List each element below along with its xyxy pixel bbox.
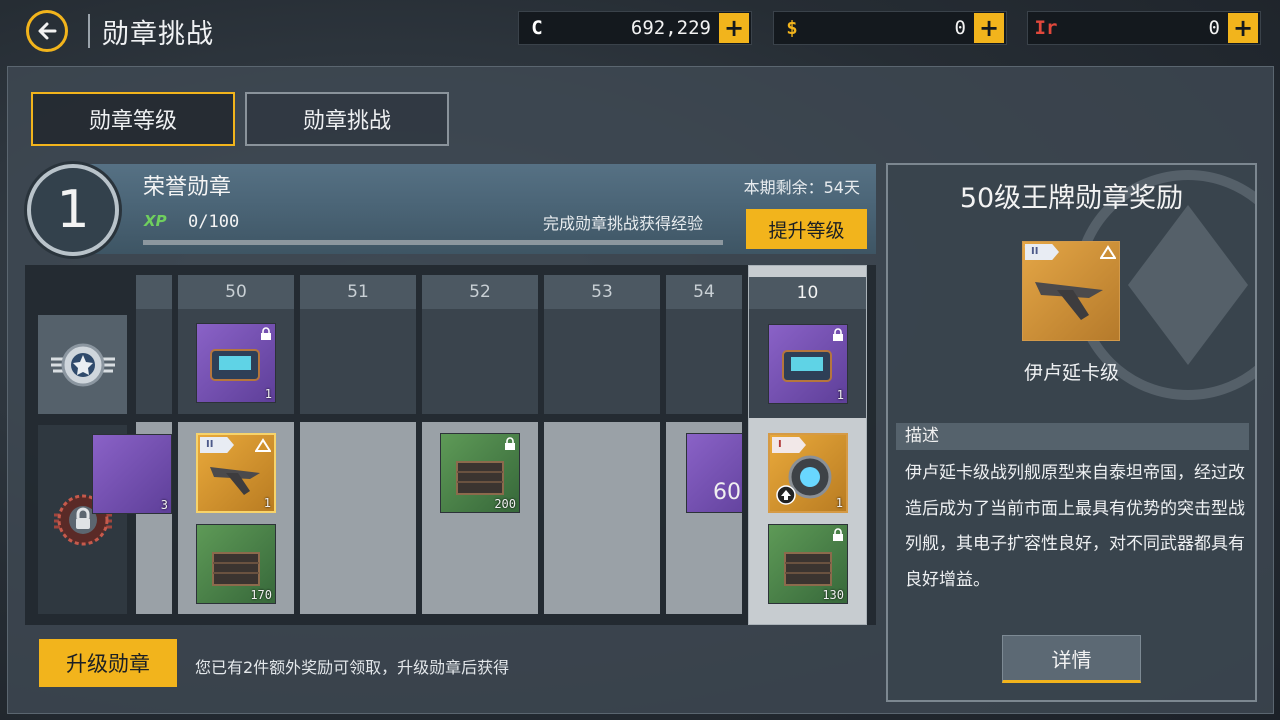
back-button[interactable] [26,10,68,52]
column-header-partial [136,275,172,309]
column-header-54: 54 [666,275,742,309]
item-quantity: 1 [836,388,844,402]
add-gold-button[interactable]: + [974,13,1004,43]
level-badge: 1 [27,164,119,256]
reward-item-crate[interactable]: 170 [196,524,276,604]
crate-icon [212,552,260,586]
description-text: 伊卢延卡级战列舰原型来自泰坦帝国，经过改造后成为了当前市面上最具有优势的突击型战… [905,463,1245,590]
ship-icon [1035,282,1103,320]
currency-iridium: Ir 0 + [1027,11,1261,45]
free-cell-partial [136,309,172,414]
column-header-53: 53 [544,275,660,309]
current-level-header: 10 [749,277,866,309]
level-up-button[interactable]: 提升等级 [746,209,867,249]
column-header-52: 52 [422,275,538,309]
item-amount: 60 [713,480,741,505]
details-button[interactable]: 详情 [1002,635,1141,683]
iridium-value: 0 [1208,17,1220,39]
description-header: 描述 [896,423,1249,450]
reward-item[interactable]: 3 [92,434,172,514]
column-header-51: 51 [300,275,416,309]
premium-cell-52: 200 [422,422,538,614]
detail-title: 50级王牌勋章奖励 [959,183,1184,214]
reward-item-partial[interactable]: 60 [686,433,742,513]
device-icon [782,350,832,382]
page-title: 勋章挑战 [102,19,214,50]
season-remaining: 本期剩余：54天 [743,178,860,197]
tab-medal-level[interactable]: 勋章等级 [31,92,235,146]
xp-hint: 完成勋章挑战获得经验 [543,214,704,233]
add-credits-button[interactable]: + [719,13,749,43]
reward-item-crate[interactable]: 130 [768,524,848,604]
item-quantity: 1 [264,387,272,401]
premium-cell-51 [300,422,416,614]
detail-item-name: 伊卢延卡级 [1023,362,1119,384]
premium-cell-partial: 3 [92,422,172,614]
bonus-reward-text: 您已有2件额外奖励可领取，升级勋章后获得 [195,658,510,677]
currency-gold: $ 0 + [773,11,1007,45]
premium-cell-53 [544,422,660,614]
reward-item-reactor[interactable]: I 1 [768,433,848,513]
upgrade-circle-icon [776,485,796,505]
gold-coin-icon: $ [786,17,798,39]
column-header-50: 50 [178,275,294,309]
title-divider [88,14,90,48]
free-track-icon [38,315,127,414]
item-quantity: 200 [494,497,516,511]
crate-icon [456,461,504,495]
arrow-left-icon [38,22,57,40]
crate-icon [784,552,832,586]
tier-badge: II [1025,244,1059,260]
reward-item-device[interactable]: 1 [768,324,848,404]
ship-icon [210,467,260,495]
medal-name: 荣誉勋章 [143,175,232,200]
reward-item-crate[interactable]: 200 [440,433,520,513]
free-cell-52 [422,309,538,414]
item-quantity: 3 [160,498,168,512]
xp-progress-bar [143,240,723,245]
free-cell-50: 1 [178,309,294,414]
upgrade-medal-button[interactable]: 升级勋章 [39,639,177,687]
free-cell-54 [666,309,742,414]
gold-value: 0 [954,17,966,39]
credit-icon: C [531,17,543,39]
free-cell-51 [300,309,416,414]
item-quantity: 1 [835,496,843,510]
item-quantity: 1 [263,496,271,510]
device-icon [210,349,260,381]
reward-item-battleship[interactable]: II 1 [196,433,276,513]
currency-credits: C 692,229 + [518,11,752,45]
tab-medal-challenge[interactable]: 勋章挑战 [245,92,449,146]
credit-value: 692,229 [630,17,711,39]
item-quantity: 130 [822,588,844,602]
free-cell-53 [544,309,660,414]
premium-cell-54: 60 [666,422,742,614]
iridium-icon: Ir [1034,17,1058,39]
upgrade-arrow-icon [1100,245,1116,259]
winged-medal-icon [50,343,115,386]
item-quantity: 170 [250,588,272,602]
premium-cell-50: II 1 170 [178,422,294,614]
xp-value: 0/100 [188,212,240,232]
detail-item-image[interactable]: II 1 [1022,241,1120,341]
xp-icon: XP [144,212,167,230]
current-free-cell: 1 [749,309,866,418]
reward-item-device[interactable]: 1 [196,323,276,403]
add-iridium-button[interactable]: + [1228,13,1258,43]
